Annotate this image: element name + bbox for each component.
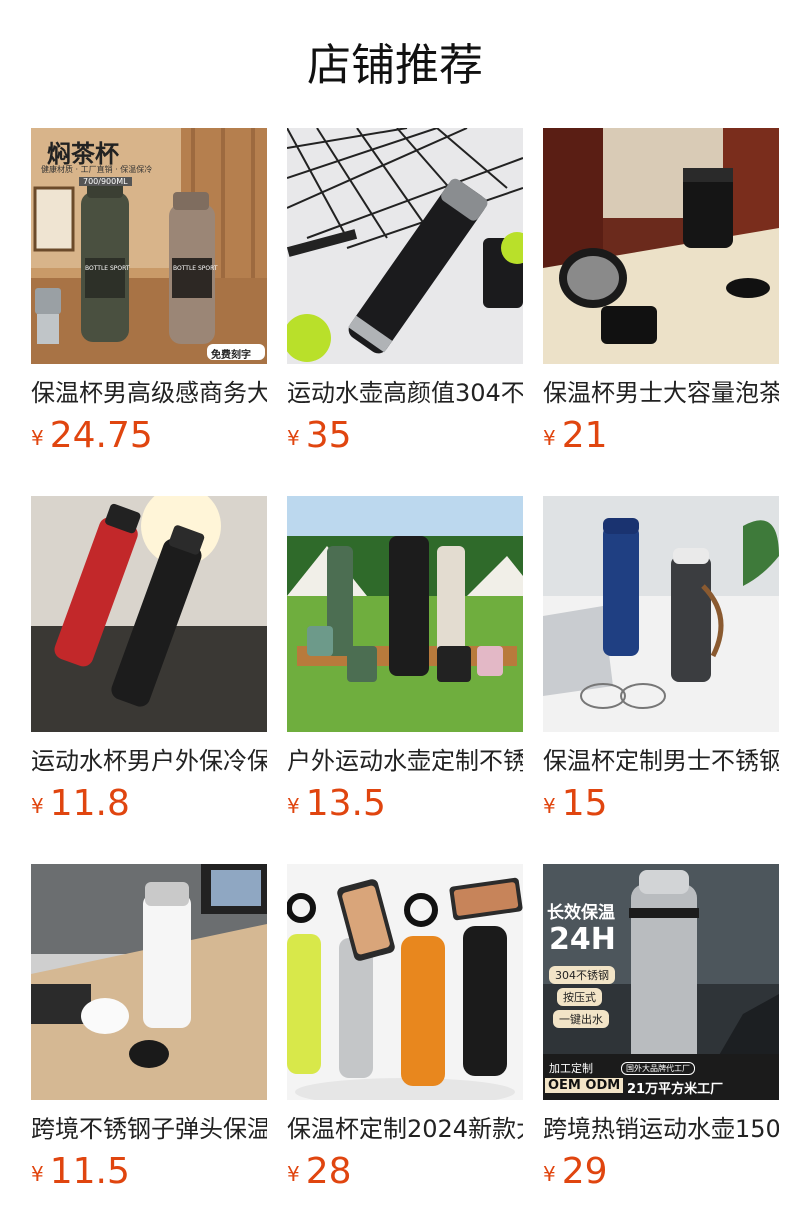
currency-symbol: ¥	[287, 1162, 300, 1186]
product-price: ¥11.8	[31, 784, 267, 830]
section-title: 店铺推荐	[307, 40, 483, 91]
product-name[interactable]: 运动水壶高颜值304不锈钢	[287, 378, 523, 408]
image-overlay-text: 免费刻字	[211, 350, 251, 361]
product-name[interactable]: 户外运动水壶定制不锈钢	[287, 746, 523, 776]
product-name[interactable]: 保温杯定制2024新款大容量	[287, 1114, 523, 1144]
currency-symbol: ¥	[31, 426, 44, 450]
product-name[interactable]: 跨境不锈钢子弹头保温杯	[31, 1114, 267, 1144]
product-image[interactable]	[31, 864, 267, 1100]
product-price: ¥35	[287, 416, 523, 462]
product-image[interactable]	[287, 128, 523, 364]
currency-symbol: ¥	[543, 1162, 556, 1186]
product-image[interactable]: 长效保温 24H 304不锈钢 按压式 一键出水 加工定制 国外大品牌代工厂 O…	[543, 864, 779, 1100]
currency-symbol: ¥	[31, 1162, 44, 1186]
product-card[interactable]: 运动水壶高颜值304不锈钢 ¥35	[287, 128, 523, 462]
currency-symbol: ¥	[287, 794, 300, 818]
product-image[interactable]	[287, 864, 523, 1100]
price-value: 13.5	[305, 783, 386, 824]
product-price: ¥29	[543, 1152, 779, 1198]
price-value: 29	[561, 1151, 608, 1192]
currency-symbol: ¥	[543, 426, 556, 450]
image-overlay-text: 700/900ML	[79, 177, 132, 186]
image-overlay-text: OEM ODM	[545, 1078, 624, 1093]
product-card[interactable]: 户外运动水壶定制不锈钢 ¥13.5	[287, 496, 523, 830]
product-price: ¥15	[543, 784, 779, 830]
price-value: 11.8	[49, 783, 130, 824]
product-image[interactable]	[31, 496, 267, 732]
image-overlay-text: 304不锈钢	[549, 966, 615, 984]
product-price: ¥28	[287, 1152, 523, 1198]
image-overlay-text: 国外大品牌代工厂	[621, 1062, 695, 1075]
image-overlay-text: 按压式	[557, 988, 602, 1006]
product-image[interactable]	[287, 496, 523, 732]
image-overlay-text: BOTTLE SPORT	[173, 265, 218, 272]
price-value: 35	[305, 415, 352, 456]
image-overlay-text: 长效保温	[547, 903, 615, 923]
product-card[interactable]: 运动水杯男户外保冷保温 ¥11.8	[31, 496, 267, 830]
product-card[interactable]: 保温杯定制男士不锈钢 ¥15	[543, 496, 779, 830]
product-name[interactable]: 保温杯男高级感商务大容量	[31, 378, 267, 408]
product-card[interactable]: 跨境不锈钢子弹头保温杯 ¥11.5	[31, 864, 267, 1198]
product-name[interactable]: 保温杯男士大容量泡茶杯	[543, 378, 779, 408]
currency-symbol: ¥	[287, 426, 300, 450]
product-name[interactable]: 跨境热销运动水壶1500ml	[543, 1114, 779, 1144]
product-price: ¥24.75	[31, 416, 267, 462]
price-value: 11.5	[49, 1151, 130, 1192]
product-image[interactable]	[543, 496, 779, 732]
price-value: 15	[561, 783, 608, 824]
product-image[interactable]: 焖茶杯 健康材质 · 工厂直销 · 保温保冷 700/900ML BOTTLE …	[31, 128, 267, 364]
product-price: ¥11.5	[31, 1152, 267, 1198]
product-image[interactable]	[543, 128, 779, 364]
product-price: ¥13.5	[287, 784, 523, 830]
price-value: 21	[561, 415, 608, 456]
product-card[interactable]: 保温杯男士大容量泡茶杯 ¥21	[543, 128, 779, 462]
image-overlay-text: 健康材质 · 工厂直销 · 保温保冷	[41, 165, 153, 174]
image-overlay-text: 21万平方米工厂	[627, 1082, 724, 1097]
product-name[interactable]: 运动水杯男户外保冷保温	[31, 746, 267, 776]
product-price: ¥21	[543, 416, 779, 462]
product-card[interactable]: 焖茶杯 健康材质 · 工厂直销 · 保温保冷 700/900ML BOTTLE …	[31, 128, 267, 462]
image-overlay-text: 24H	[549, 922, 616, 957]
currency-symbol: ¥	[31, 794, 44, 818]
product-name[interactable]: 保温杯定制男士不锈钢	[543, 746, 779, 776]
product-card[interactable]: 长效保温 24H 304不锈钢 按压式 一键出水 加工定制 国外大品牌代工厂 O…	[543, 864, 779, 1198]
image-overlay-text: 一键出水	[553, 1010, 609, 1028]
image-overlay-text: BOTTLE SPORT	[85, 265, 130, 272]
product-card[interactable]: 保温杯定制2024新款大容量 ¥28	[287, 864, 523, 1198]
image-overlay-text: 加工定制	[549, 1062, 593, 1075]
currency-symbol: ¥	[543, 794, 556, 818]
price-value: 24.75	[49, 415, 153, 456]
price-value: 28	[305, 1151, 352, 1192]
